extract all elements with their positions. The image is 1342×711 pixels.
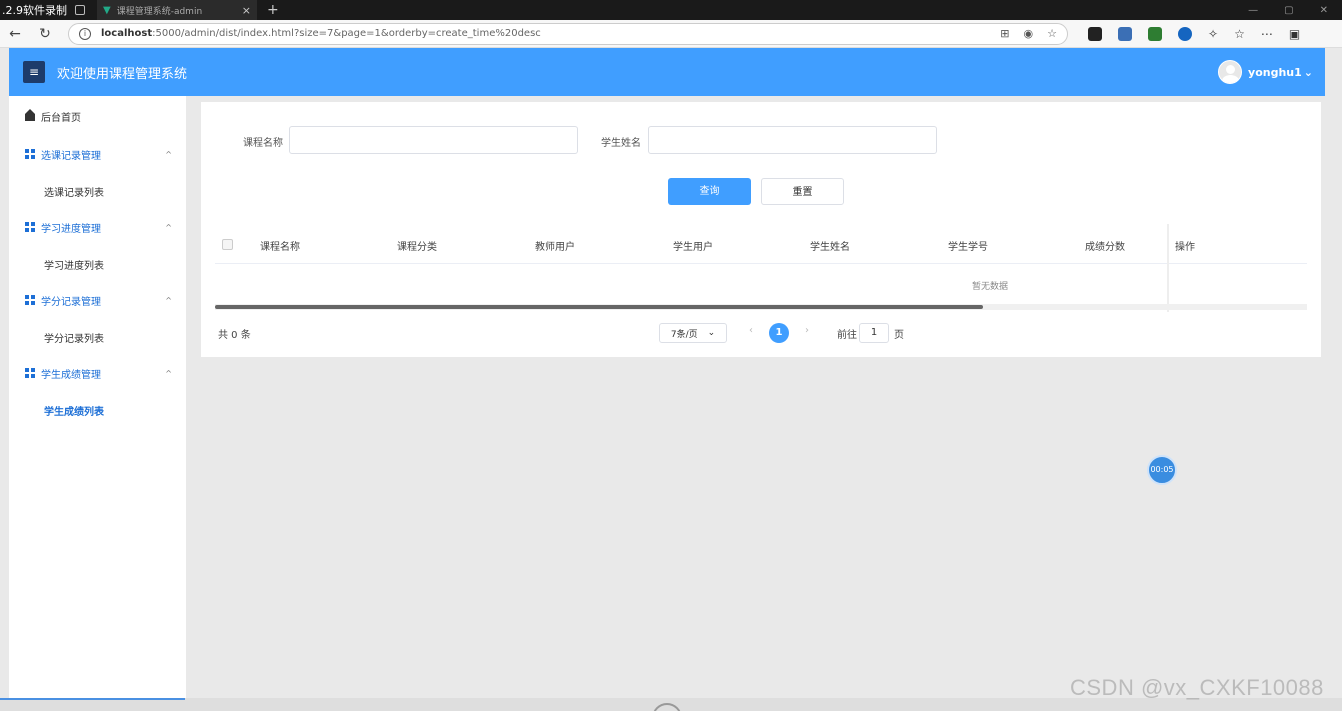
goto-label: 前往	[837, 330, 857, 341]
next-page-icon[interactable]: ›	[805, 325, 809, 336]
back-icon[interactable]: ←	[0, 26, 30, 42]
column-header: 学生姓名	[810, 242, 850, 253]
column-header: 成绩分数	[1085, 242, 1125, 253]
page-size-select[interactable]: 7条/页 ⌄	[659, 323, 727, 343]
extension-icon-2[interactable]	[1118, 26, 1132, 41]
app-title: 欢迎使用课程管理系统	[57, 66, 188, 82]
student-name-input[interactable]	[648, 126, 937, 154]
chevron-down-icon[interactable]: ⌄	[1304, 66, 1313, 79]
minimize-icon[interactable]: —	[1248, 5, 1258, 16]
grid-icon	[25, 222, 35, 232]
page-number-current[interactable]: 1	[769, 323, 789, 343]
extension-icon-1[interactable]	[1088, 26, 1102, 41]
browser-toolbar: ← ↻ i localhost:5000/admin/dist/index.ht…	[0, 20, 1342, 48]
watermark: CSDN @vx_CXKF10088	[1070, 675, 1324, 700]
column-header: 学生用户	[673, 242, 713, 253]
tab-favicon-icon: ▼	[103, 4, 111, 16]
sidebar-group-label: 学分记录管理	[41, 296, 101, 308]
main-panel: 课程名称 学生姓名 查询 重置 课程名称 课程分类 教师用户 学生用户 学生姓名…	[201, 102, 1321, 357]
table-header: 课程名称 课程分类 教师用户 学生用户 学生姓名 学生学号 成绩分数 操作	[215, 226, 1307, 264]
grid-icon	[25, 368, 35, 378]
sidebar-item-label: 学生成绩列表	[44, 406, 104, 418]
translate-icon[interactable]: ◉	[1024, 27, 1034, 40]
sidebar: 后台首页 选课记录管理 ^ 选课记录列表 学习进度管理 ^ 学习进度列表 学分记…	[9, 96, 186, 698]
prev-page-icon[interactable]: ‹	[749, 325, 753, 336]
sidebar-item-course-selection-list[interactable]: 选课记录列表	[9, 181, 186, 201]
info-icon[interactable]: i	[79, 27, 91, 40]
home-icon	[25, 109, 35, 121]
chevron-up-icon: ^	[165, 149, 172, 159]
chevron-up-icon: ^	[165, 295, 172, 305]
favorites-icon[interactable]: ☆	[1234, 27, 1245, 41]
window-icon	[75, 5, 85, 15]
page-size-value: 7条/页	[670, 329, 698, 340]
extensions-puzzle-icon[interactable]: ✧	[1208, 27, 1218, 41]
chevron-up-icon: ^	[165, 222, 172, 232]
course-name-label: 课程名称	[243, 138, 283, 149]
sidebar-group-label: 选课记录管理	[41, 150, 101, 162]
fixed-actions-column	[1167, 224, 1307, 312]
app-grid-icon[interactable]: ⊞	[1000, 27, 1009, 40]
column-header: 课程分类	[397, 242, 437, 253]
menu-toggle-button[interactable]: ≡	[23, 61, 45, 83]
refresh-icon[interactable]: ↻	[30, 26, 60, 42]
window-controls: — ▢ ✕	[1248, 5, 1342, 16]
sidebar-group-student-grades[interactable]: 学生成绩管理 ^	[9, 363, 186, 383]
query-button[interactable]: 查询	[668, 178, 751, 205]
sidebar-group-label: 学生成绩管理	[41, 369, 101, 381]
user-menu[interactable]: yonghu1 ⌄	[1218, 60, 1313, 84]
tab-close-icon[interactable]: ×	[242, 4, 251, 17]
sidebar-item-label: 选课记录列表	[44, 187, 104, 199]
grid-icon	[25, 149, 35, 159]
chevron-up-icon: ^	[165, 368, 172, 378]
sidebar-group-course-selection[interactable]: 选课记录管理 ^	[9, 144, 186, 164]
sidebar-group-credit-record[interactable]: 学分记录管理 ^	[9, 290, 186, 310]
recorder-title: .2.9软件录制	[2, 4, 67, 17]
horizontal-scrollbar-thumb[interactable]	[215, 305, 983, 309]
empty-data-text: 暂无数据	[972, 282, 1009, 292]
goto-page-input[interactable]: 1	[859, 323, 889, 343]
url-text: localhost:5000/admin/dist/index.html?siz…	[101, 28, 541, 39]
course-name-input[interactable]	[289, 126, 578, 154]
recording-timer[interactable]: 00:05	[1147, 455, 1177, 485]
sidebar-toggle-icon[interactable]: ▣	[1289, 27, 1300, 41]
sidebar-item-label: 后台首页	[41, 112, 81, 124]
address-bar[interactable]: i localhost:5000/admin/dist/index.html?s…	[68, 22, 1068, 45]
column-header: 课程名称	[260, 242, 300, 253]
sidebar-group-learning-progress[interactable]: 学习进度管理 ^	[9, 217, 186, 237]
sidebar-item-label: 学分记录列表	[44, 333, 104, 345]
column-header: 学生学号	[948, 242, 988, 253]
column-header: 教师用户	[535, 242, 575, 253]
sidebar-item-label: 学习进度列表	[44, 260, 104, 272]
avatar[interactable]	[1218, 60, 1243, 84]
favorite-star-icon[interactable]: ☆	[1047, 27, 1057, 40]
total-count: 共 0 条	[218, 330, 251, 341]
new-tab-button[interactable]: +	[267, 2, 279, 18]
username[interactable]: yonghu1	[1248, 66, 1302, 79]
select-all-checkbox[interactable]	[222, 239, 233, 250]
close-window-icon[interactable]: ✕	[1320, 5, 1328, 16]
goto-suffix: 页	[894, 330, 904, 341]
reset-button[interactable]: 重置	[761, 178, 844, 205]
student-name-label: 学生姓名	[601, 138, 641, 149]
browser-tab[interactable]: ▼ 课程管理系统-admin ×	[97, 0, 257, 20]
maximize-icon[interactable]: ▢	[1284, 5, 1293, 16]
extension-icon-3[interactable]	[1148, 26, 1162, 41]
app-header: ≡ 欢迎使用课程管理系统 yonghu1 ⌄	[9, 48, 1325, 96]
sidebar-item-credit-record-list[interactable]: 学分记录列表	[9, 327, 186, 347]
grid-icon	[25, 295, 35, 305]
bottom-progress-line	[0, 698, 185, 700]
chevron-down-icon: ⌄	[707, 328, 716, 338]
extension-icon-4[interactable]	[1178, 26, 1192, 41]
more-options-icon[interactable]: ⋯	[1261, 27, 1273, 41]
sidebar-item-learning-progress-list[interactable]: 学习进度列表	[9, 254, 186, 274]
recorder-title-bar: .2.9软件录制 ▼ 课程管理系统-admin × + — ▢ ✕	[0, 0, 1342, 20]
sidebar-item-home[interactable]: 后台首页	[9, 106, 186, 126]
tab-title: 课程管理系统-admin	[116, 6, 203, 17]
sidebar-item-student-grades-list[interactable]: 学生成绩列表	[9, 400, 186, 420]
sidebar-group-label: 学习进度管理	[41, 223, 101, 235]
